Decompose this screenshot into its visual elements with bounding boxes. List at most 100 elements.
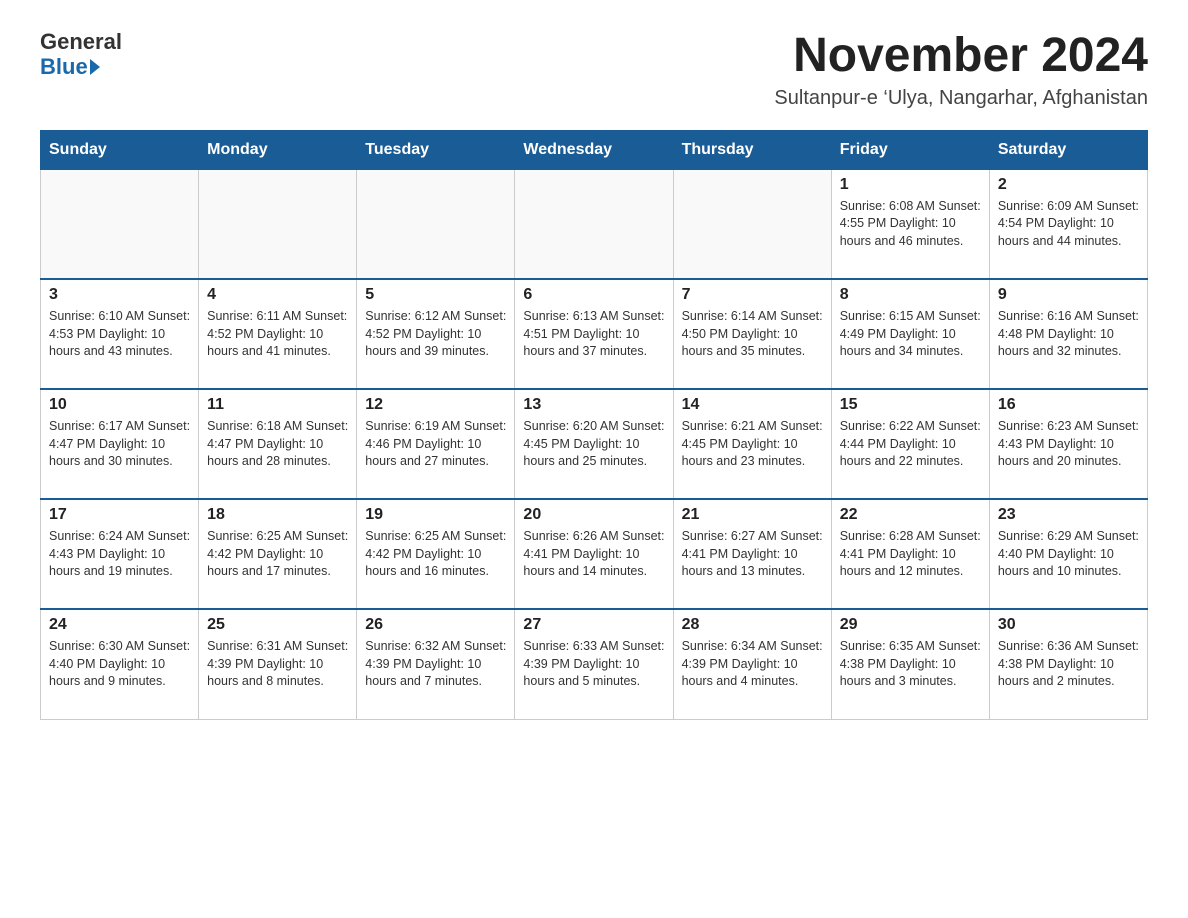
calendar-cell: 19Sunrise: 6:25 AM Sunset: 4:42 PM Dayli… xyxy=(357,499,515,609)
day-header-tuesday: Tuesday xyxy=(357,130,515,169)
logo-triangle-icon xyxy=(90,59,100,75)
day-number: 4 xyxy=(207,286,348,304)
day-info: Sunrise: 6:08 AM Sunset: 4:55 PM Dayligh… xyxy=(840,198,981,251)
calendar-cell: 25 Sunrise: 6:31 AM Sunset: 4:39 PM Dayli… xyxy=(199,609,357,719)
day-number: 8 xyxy=(840,286,981,304)
calendar-cell: 1 Sunrise: 6:08 AM Sunset: 4:55 PM Daylig… xyxy=(831,169,989,279)
calendar-cell xyxy=(673,169,831,279)
day-info: Sunrise: 6:22 AM Sunset: 4:44 PM Dayligh… xyxy=(840,418,981,471)
day-info: Sunrise: 6:27 AM Sunset: 4:41 PM Dayligh… xyxy=(682,528,823,581)
day-number: 6 xyxy=(523,286,664,304)
day-number: 23 xyxy=(998,506,1139,524)
day-number: 19 xyxy=(365,506,506,524)
day-number: 12 xyxy=(365,396,506,414)
day-header-sunday: Sunday xyxy=(41,130,199,169)
day-header-monday: Monday xyxy=(199,130,357,169)
day-info: Sunrise: 6:23 AM Sunset: 4:43 PM Dayligh… xyxy=(998,418,1139,471)
day-number: 2 xyxy=(998,176,1139,194)
calendar-cell: 12 Sunrise: 6:19 AM Sunset: 4:46 PM Dayli… xyxy=(357,389,515,499)
calendar-cell: 6 Sunrise: 6:13 AM Sunset: 4:51 PM Daylig… xyxy=(515,279,673,389)
day-info: Sunrise: 6:29 AM Sunset: 4:40 PM Dayligh… xyxy=(998,528,1139,581)
calendar-cell: 3 Sunrise: 6:10 AM Sunset: 4:53 PM Daylig… xyxy=(41,279,199,389)
day-number: 9 xyxy=(998,286,1139,304)
logo-general-text: General xyxy=(40,30,122,54)
calendar-cell: 29Sunrise: 6:35 AM Sunset: 4:38 PM Dayli… xyxy=(831,609,989,719)
day-info: Sunrise: 6:24 AM Sunset: 4:43 PM Dayligh… xyxy=(49,528,190,581)
day-info: Sunrise: 6:25 AM Sunset: 4:42 PM Dayligh… xyxy=(207,528,348,581)
day-number: 25 xyxy=(207,616,348,634)
day-header-thursday: Thursday xyxy=(673,130,831,169)
day-number: 16 xyxy=(998,396,1139,414)
calendar-cell xyxy=(357,169,515,279)
day-number: 22 xyxy=(840,506,981,524)
day-info: Sunrise: 6:36 AM Sunset: 4:38 PM Dayligh… xyxy=(998,638,1139,691)
calendar-cell: 26 Sunrise: 6:32 AM Sunset: 4:39 PM Dayli… xyxy=(357,609,515,719)
calendar-week-row: 17 Sunrise: 6:24 AM Sunset: 4:43 PM Dayli… xyxy=(41,499,1148,609)
day-info: Sunrise: 6:34 AM Sunset: 4:39 PM Dayligh… xyxy=(682,638,823,691)
day-info: Sunrise: 6:17 AM Sunset: 4:47 PM Dayligh… xyxy=(49,418,190,471)
calendar-cell: 8 Sunrise: 6:15 AM Sunset: 4:49 PM Daylig… xyxy=(831,279,989,389)
calendar-cell: 17 Sunrise: 6:24 AM Sunset: 4:43 PM Dayli… xyxy=(41,499,199,609)
calendar-cell: 13 Sunrise: 6:20 AM Sunset: 4:45 PM Dayli… xyxy=(515,389,673,499)
calendar-cell: 22 Sunrise: 6:28 AM Sunset: 4:41 PM Dayli… xyxy=(831,499,989,609)
day-number: 30 xyxy=(998,616,1139,634)
day-number: 3 xyxy=(49,286,190,304)
calendar-cell: 14 Sunrise: 6:21 AM Sunset: 4:45 PM Dayli… xyxy=(673,389,831,499)
day-number: 24 xyxy=(49,616,190,634)
title-block: November 2024 Sultanpur-e ‘Ulya, Nangarh… xyxy=(774,30,1148,110)
calendar-table: SundayMondayTuesdayWednesdayThursdayFrid… xyxy=(40,130,1148,720)
calendar-cell: 23 Sunrise: 6:29 AM Sunset: 4:40 PM Dayli… xyxy=(989,499,1147,609)
day-info: Sunrise: 6:09 AM Sunset: 4:54 PM Dayligh… xyxy=(998,198,1139,251)
day-number: 27 xyxy=(523,616,664,634)
day-info: Sunrise: 6:15 AM Sunset: 4:49 PM Dayligh… xyxy=(840,308,981,361)
calendar-cell: 24Sunrise: 6:30 AM Sunset: 4:40 PM Dayli… xyxy=(41,609,199,719)
calendar-cell: 27Sunrise: 6:33 AM Sunset: 4:39 PM Dayli… xyxy=(515,609,673,719)
day-header-saturday: Saturday xyxy=(989,130,1147,169)
calendar-cell xyxy=(41,169,199,279)
header: General Blue November 2024 Sultanpur-e ‘… xyxy=(40,30,1148,110)
day-number: 17 xyxy=(49,506,190,524)
day-number: 28 xyxy=(682,616,823,634)
day-info: Sunrise: 6:20 AM Sunset: 4:45 PM Dayligh… xyxy=(523,418,664,471)
calendar-week-row: 3 Sunrise: 6:10 AM Sunset: 4:53 PM Daylig… xyxy=(41,279,1148,389)
calendar-cell: 5Sunrise: 6:12 AM Sunset: 4:52 PM Daylig… xyxy=(357,279,515,389)
day-number: 18 xyxy=(207,506,348,524)
calendar-cell xyxy=(199,169,357,279)
day-info: Sunrise: 6:26 AM Sunset: 4:41 PM Dayligh… xyxy=(523,528,664,581)
day-number: 1 xyxy=(840,176,981,194)
day-info: Sunrise: 6:28 AM Sunset: 4:41 PM Dayligh… xyxy=(840,528,981,581)
day-info: Sunrise: 6:10 AM Sunset: 4:53 PM Dayligh… xyxy=(49,308,190,361)
day-info: Sunrise: 6:13 AM Sunset: 4:51 PM Dayligh… xyxy=(523,308,664,361)
day-header-wednesday: Wednesday xyxy=(515,130,673,169)
day-number: 11 xyxy=(207,396,348,414)
day-info: Sunrise: 6:31 AM Sunset: 4:39 PM Dayligh… xyxy=(207,638,348,691)
calendar-week-row: 24Sunrise: 6:30 AM Sunset: 4:40 PM Dayli… xyxy=(41,609,1148,719)
day-number: 13 xyxy=(523,396,664,414)
day-info: Sunrise: 6:16 AM Sunset: 4:48 PM Dayligh… xyxy=(998,308,1139,361)
day-number: 10 xyxy=(49,396,190,414)
calendar-cell: 15 Sunrise: 6:22 AM Sunset: 4:44 PM Dayli… xyxy=(831,389,989,499)
calendar-week-row: 10 Sunrise: 6:17 AM Sunset: 4:47 PM Dayli… xyxy=(41,389,1148,499)
calendar-cell: 4Sunrise: 6:11 AM Sunset: 4:52 PM Daylig… xyxy=(199,279,357,389)
day-number: 5 xyxy=(365,286,506,304)
day-header-friday: Friday xyxy=(831,130,989,169)
day-info: Sunrise: 6:14 AM Sunset: 4:50 PM Dayligh… xyxy=(682,308,823,361)
day-number: 26 xyxy=(365,616,506,634)
day-info: Sunrise: 6:32 AM Sunset: 4:39 PM Dayligh… xyxy=(365,638,506,691)
day-number: 15 xyxy=(840,396,981,414)
day-info: Sunrise: 6:18 AM Sunset: 4:47 PM Dayligh… xyxy=(207,418,348,471)
calendar-cell: 2 Sunrise: 6:09 AM Sunset: 4:54 PM Daylig… xyxy=(989,169,1147,279)
calendar-cell: 16 Sunrise: 6:23 AM Sunset: 4:43 PM Dayli… xyxy=(989,389,1147,499)
calendar-cell: 30 Sunrise: 6:36 AM Sunset: 4:38 PM Dayli… xyxy=(989,609,1147,719)
day-number: 14 xyxy=(682,396,823,414)
day-info: Sunrise: 6:19 AM Sunset: 4:46 PM Dayligh… xyxy=(365,418,506,471)
day-info: Sunrise: 6:35 AM Sunset: 4:38 PM Dayligh… xyxy=(840,638,981,691)
logo-blue-text: Blue xyxy=(40,54,100,80)
calendar-cell: 7Sunrise: 6:14 AM Sunset: 4:50 PM Daylig… xyxy=(673,279,831,389)
day-number: 21 xyxy=(682,506,823,524)
calendar-week-row: 1 Sunrise: 6:08 AM Sunset: 4:55 PM Daylig… xyxy=(41,169,1148,279)
calendar-cell: 21 Sunrise: 6:27 AM Sunset: 4:41 PM Dayli… xyxy=(673,499,831,609)
day-info: Sunrise: 6:21 AM Sunset: 4:45 PM Dayligh… xyxy=(682,418,823,471)
calendar-cell: 28 Sunrise: 6:34 AM Sunset: 4:39 PM Dayli… xyxy=(673,609,831,719)
calendar-header-row: SundayMondayTuesdayWednesdayThursdayFrid… xyxy=(41,130,1148,169)
